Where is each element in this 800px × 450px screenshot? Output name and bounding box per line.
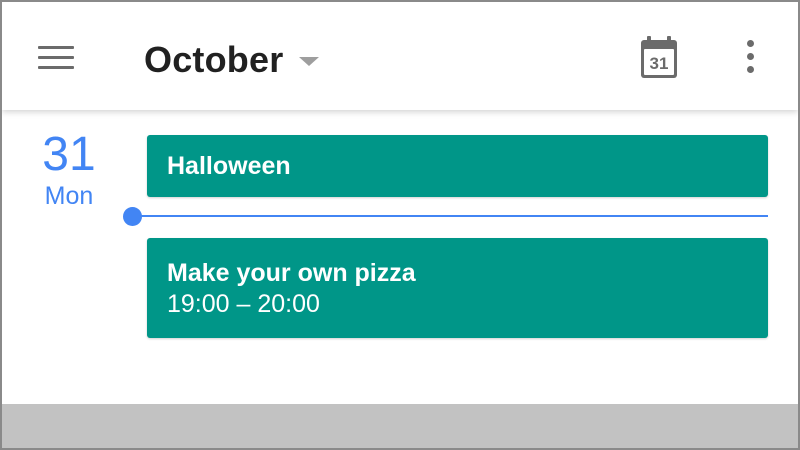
current-time-dot	[123, 207, 142, 226]
bottom-bar	[2, 404, 798, 448]
more-vertical-icon[interactable]	[742, 40, 762, 76]
day-label: 31 Mon	[32, 128, 106, 211]
caret-down-icon	[299, 56, 320, 66]
event-card-pizza[interactable]: Make your own pizza 19:00 – 20:00	[147, 238, 768, 338]
event-title: Make your own pizza	[167, 259, 416, 287]
event-time: 19:00 – 20:00	[167, 290, 320, 318]
month-title: October	[144, 39, 284, 80]
day-number: 31	[42, 128, 96, 181]
app-bar: October 31	[2, 2, 798, 110]
calendar-today-icon[interactable]: 31	[638, 34, 680, 80]
event-card-halloween[interactable]: Halloween	[147, 135, 768, 197]
today-icon-day: 31	[650, 54, 669, 73]
calendar-screen: October 31 31 Mon Halloween Make your ow…	[0, 0, 800, 450]
hamburger-menu-icon[interactable]	[38, 44, 76, 72]
month-dropdown[interactable]: October	[144, 36, 320, 84]
event-title: Halloween	[167, 152, 291, 180]
current-time-line	[132, 215, 768, 217]
day-weekday: Mon	[44, 182, 94, 210]
